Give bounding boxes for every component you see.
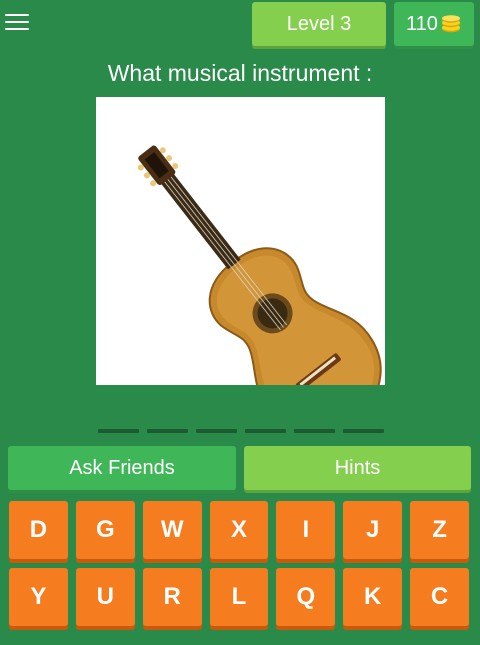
menu-line bbox=[5, 14, 29, 16]
answer-slot[interactable] bbox=[196, 429, 237, 433]
menu-icon[interactable] bbox=[5, 11, 29, 33]
question-text: What musical instrument : bbox=[107, 60, 373, 86]
coin-count: 110 bbox=[406, 13, 438, 35]
keyboard-row: Y U R L Q K C bbox=[9, 568, 470, 626]
letter-key[interactable]: X bbox=[209, 501, 269, 559]
letter-key[interactable]: Q bbox=[276, 568, 336, 626]
letter-key[interactable]: D bbox=[9, 501, 68, 559]
letter-key[interactable]: G bbox=[75, 501, 135, 559]
menu-line bbox=[5, 28, 29, 30]
letter-key[interactable]: U bbox=[75, 568, 135, 626]
letter-key[interactable]: J bbox=[343, 501, 403, 559]
guitar-image bbox=[137, 145, 382, 385]
hints-button[interactable]: Hints bbox=[244, 446, 471, 490]
answer-slot[interactable] bbox=[294, 429, 335, 433]
answer-slot[interactable] bbox=[98, 429, 139, 433]
coin-stack-icon bbox=[441, 15, 460, 33]
menu-line bbox=[5, 21, 29, 23]
letter-key[interactable]: Z bbox=[410, 501, 470, 559]
letter-key[interactable]: R bbox=[142, 568, 202, 626]
level-badge: Level 3 bbox=[252, 2, 386, 46]
letter-key[interactable]: K bbox=[343, 568, 403, 626]
letter-key[interactable]: L bbox=[209, 568, 269, 626]
answer-slot[interactable] bbox=[147, 429, 188, 433]
answer-slot[interactable] bbox=[245, 429, 286, 433]
letter-key[interactable]: C bbox=[410, 568, 470, 626]
answer-slot[interactable] bbox=[343, 429, 384, 433]
letter-key[interactable]: W bbox=[142, 501, 202, 559]
question-image bbox=[96, 97, 385, 385]
letter-key[interactable]: Y bbox=[9, 568, 68, 626]
answer-slots bbox=[98, 429, 384, 434]
letter-key[interactable]: I bbox=[276, 501, 336, 559]
letter-keyboard: D G W X I J Z Y U R L Q K C bbox=[9, 501, 470, 635]
top-bar: Level 3 110 bbox=[0, 0, 480, 50]
keyboard-row: D G W X I J Z bbox=[9, 501, 470, 559]
coin-counter[interactable]: 110 bbox=[394, 2, 474, 46]
ask-friends-button[interactable]: Ask Friends bbox=[8, 446, 236, 490]
